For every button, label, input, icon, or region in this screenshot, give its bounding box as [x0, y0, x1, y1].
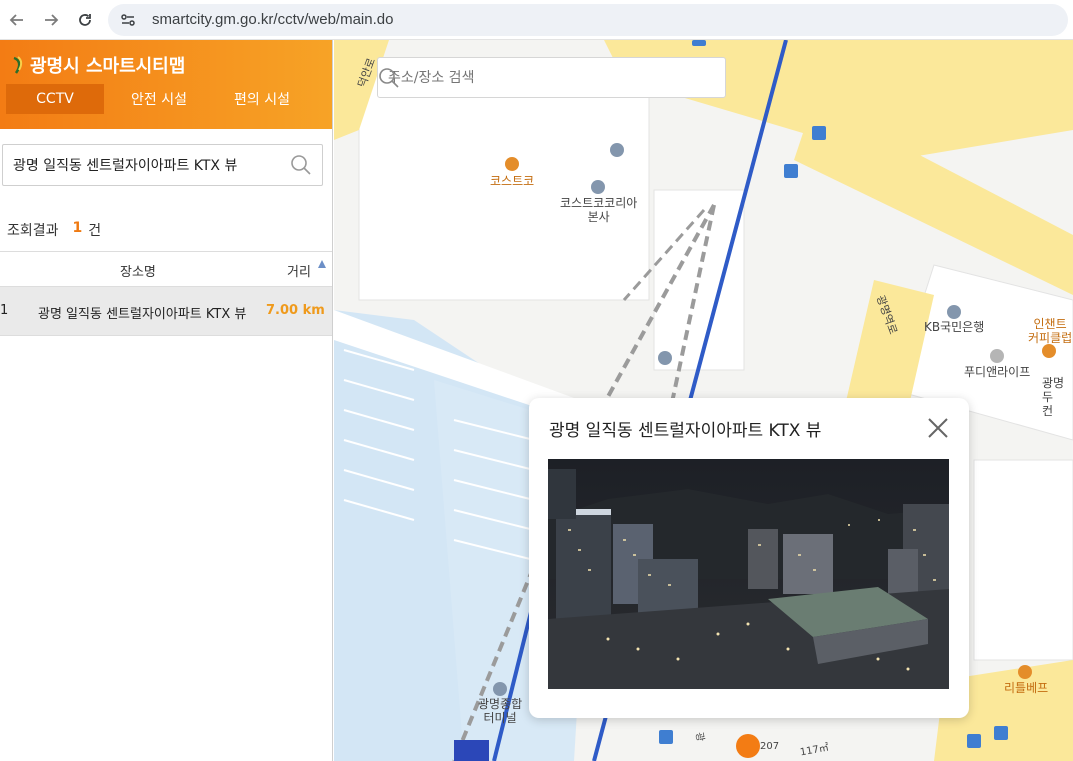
cafe-icon[interactable]	[1018, 665, 1032, 679]
poi-label-little-bepe[interactable]: 리틀베프	[1004, 681, 1048, 695]
site-settings-icon[interactable]	[118, 10, 138, 30]
row-distance: 7.00 km	[266, 303, 325, 318]
office-icon[interactable]	[591, 180, 605, 194]
tab-cctv[interactable]: CCTV	[6, 84, 104, 114]
result-summary: 조회결과 1 건	[7, 220, 101, 240]
poi-label-costco-hq[interactable]: 코스트코코리아 본사	[560, 196, 637, 224]
row-index: 1	[0, 303, 9, 318]
app-title: 광명시 스마트시티맵	[30, 56, 186, 77]
popup-title: 광명 일직동 센트럴자이아파트 KTX 뷰	[549, 421, 822, 441]
sidebar: 광명시 스마트시티맵 CCTV 안전 시설 편의 시설 조회결과 1 건 장소명…	[0, 40, 333, 761]
search-icon[interactable]	[290, 154, 312, 176]
address-bar[interactable]: smartcity.gm.go.kr/cctv/web/main.do	[108, 3, 1068, 36]
result-unit: 건	[88, 223, 102, 239]
app-logo[interactable]: 광명시 스마트시티맵	[12, 52, 185, 78]
category-tabs: CCTV 안전 시설 편의 시설	[6, 84, 310, 114]
map-search-input[interactable]	[388, 69, 678, 86]
map-search-field	[377, 57, 726, 98]
bank-icon[interactable]	[947, 305, 961, 319]
map-number-label: 207	[760, 741, 780, 752]
search-icon[interactable]	[378, 67, 400, 89]
cctv-night-city-image	[548, 459, 949, 689]
cctv-search-input[interactable]	[13, 157, 283, 173]
row-place-name: 광명 일직동 센트럴자이아파트 KTX 뷰	[38, 307, 247, 322]
poi-label-cut[interactable]: 광명두 컨	[1042, 376, 1073, 418]
bus-terminal-icon[interactable]	[493, 682, 507, 696]
cctv-popup: 광명 일직동 센트럴자이아파트 KTX 뷰	[529, 398, 969, 718]
result-table-header: 장소명 거리	[0, 251, 332, 287]
result-label: 조회결과	[7, 223, 59, 239]
poi-label-terminal[interactable]: 광명종합 터미널	[478, 697, 522, 725]
column-header-distance[interactable]: 거리	[287, 261, 311, 280]
cctv-search-field	[2, 144, 323, 186]
poi-label-cafe[interactable]: 인챈트 커피클럽	[1028, 317, 1072, 345]
reload-icon[interactable]	[68, 3, 102, 37]
cafe-icon[interactable]	[1042, 344, 1056, 358]
company-icon[interactable]	[990, 349, 1004, 363]
city-logo-icon	[13, 56, 23, 74]
url-text: smartcity.gm.go.kr/cctv/web/main.do	[152, 11, 394, 28]
close-icon[interactable]	[927, 417, 949, 439]
cctv-marker-icon[interactable]	[736, 734, 760, 758]
column-header-name[interactable]: 장소명	[120, 261, 156, 280]
poi-label-foodie[interactable]: 푸디앤라이프	[964, 365, 1030, 379]
tab-safety-facilities[interactable]: 안전 시설	[104, 84, 214, 114]
browser-toolbar: smartcity.gm.go.kr/cctv/web/main.do	[0, 0, 1073, 40]
tab-convenience-facilities[interactable]: 편의 시설	[214, 84, 310, 114]
back-icon[interactable]	[0, 3, 34, 37]
table-row[interactable]: 1 광명 일직동 센트럴자이아파트 KTX 뷰 7.00 km	[0, 287, 332, 336]
sidebar-header: 광명시 스마트시티맵 CCTV 안전 시설 편의 시설	[0, 40, 332, 129]
poi-label-costco[interactable]: 코스트코	[490, 174, 534, 188]
shopping-icon[interactable]	[505, 157, 519, 171]
result-count: 1	[72, 220, 83, 236]
forward-icon[interactable]	[34, 3, 68, 37]
sort-ascending-icon[interactable]	[318, 260, 326, 268]
poi-label-kb-bank[interactable]: KB국민은행	[924, 320, 984, 334]
cctv-video-feed[interactable]	[548, 459, 949, 689]
